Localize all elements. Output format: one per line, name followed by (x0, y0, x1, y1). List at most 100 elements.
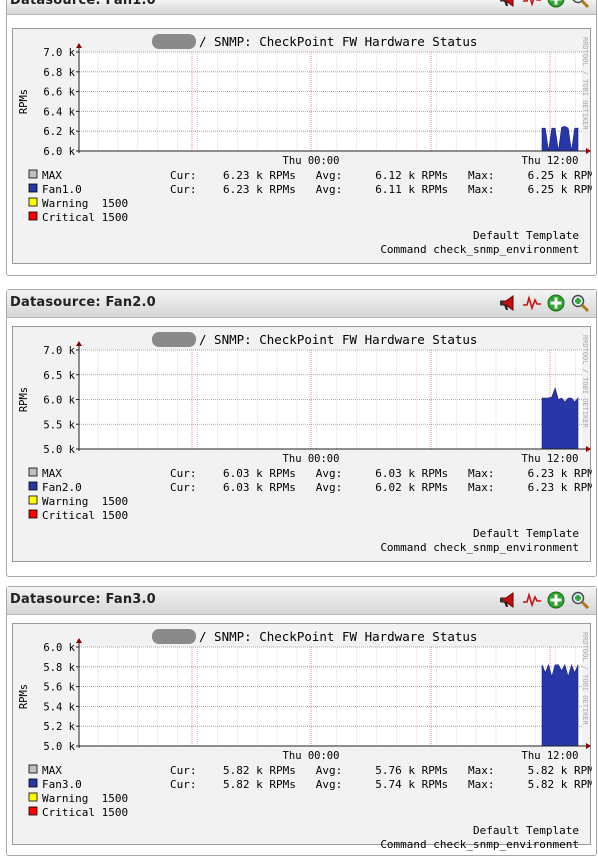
datasource-header: Datasource: Fan3.0 (7, 587, 596, 615)
y-tick-label: 6.2 k (43, 126, 75, 138)
redacted-hostname (152, 629, 196, 644)
y-tick-label: 6.0 k (43, 146, 75, 158)
y-axis-label: RPMs (18, 89, 30, 114)
zoom-icon[interactable] (570, 293, 590, 313)
datasource-actions (498, 590, 590, 610)
x-tick-label: Thu 12:00 (522, 750, 579, 762)
horn-icon[interactable] (498, 293, 518, 313)
y-tick-label: 5.2 k (43, 721, 75, 733)
legend-swatch (28, 197, 38, 207)
legend-stats: Cur: 6.23 k RPMs Avg: 6.12 k RPMs Max: 6… (170, 169, 592, 182)
horn-icon[interactable] (498, 0, 518, 9)
y-tick-label: 6.0 k (43, 395, 75, 407)
horn-icon[interactable] (498, 590, 518, 610)
legend-label: Critical 1500 (42, 211, 128, 224)
legend-stats: Cur: 6.03 k RPMs Avg: 6.03 k RPMs Max: 6… (170, 467, 592, 480)
redacted-hostname (152, 34, 196, 49)
datasource-panel: Datasource: Fan2.0 / SNMP: CheckPoint FW … (6, 289, 597, 577)
legend-label: Critical 1500 (42, 509, 128, 522)
add-icon[interactable] (546, 0, 566, 9)
graph-image[interactable]: / SNMP: CheckPoint FW Hardware Status RRD… (12, 28, 592, 264)
datasource-panel: Datasource: Fan3.0 / SNMP: CheckPoint FW … (6, 586, 597, 856)
rrdtool-credit: RRDTOOL / TOBI OETIKER (581, 632, 589, 726)
add-icon[interactable] (546, 590, 566, 610)
datasource-title: Datasource: Fan1.0 (10, 0, 156, 8)
legend-stats: Cur: 5.82 k RPMs Avg: 5.76 k RPMs Max: 5… (170, 764, 592, 777)
legend-swatch (28, 481, 38, 491)
legend-swatch (28, 778, 38, 788)
x-tick-label: Thu 12:00 (522, 453, 579, 465)
legend-stats: Cur: 6.03 k RPMs Avg: 6.02 k RPMs Max: 6… (170, 481, 592, 494)
y-tick-label: 5.6 k (43, 682, 75, 694)
datasource-header: Datasource: Fan1.0 (7, 0, 596, 15)
legend-label: Critical 1500 (42, 806, 128, 819)
datasource-actions (498, 293, 590, 313)
rrd-graph: / SNMP: CheckPoint FW Hardware Status RRD… (18, 34, 592, 256)
y-tick-label: 6.8 k (43, 67, 75, 79)
x-tick-label: Thu 00:00 (283, 750, 340, 762)
redacted-hostname (152, 332, 196, 347)
datasource-actions (498, 0, 590, 9)
graph-image[interactable]: / SNMP: CheckPoint FW Hardware Status RRD… (12, 326, 592, 562)
y-tick-label: 6.0 k (43, 642, 75, 654)
y-tick-label: 7.0 k (43, 345, 75, 357)
fan-series-area (541, 663, 579, 747)
y-tick-label: 5.0 k (43, 741, 75, 753)
datasource-panel: Datasource: Fan1.0 / SNMP: CheckPoint FW … (6, 0, 597, 276)
legend-label: Fan2.0 (42, 481, 82, 494)
legend-swatch (28, 764, 38, 774)
x-tick-label: Thu 00:00 (283, 155, 340, 167)
graph-title: / SNMP: CheckPoint FW Hardware Status (199, 332, 477, 347)
y-tick-label: 5.4 k (43, 701, 75, 713)
datasource-title: Datasource: Fan3.0 (10, 592, 156, 607)
legend-swatch (28, 495, 38, 505)
datasource-title: Datasource: Fan2.0 (10, 295, 156, 310)
legend-label: MAX (42, 764, 62, 777)
legend-stats: Cur: 5.82 k RPMs Avg: 5.74 k RPMs Max: 5… (170, 778, 592, 791)
x-tick-label: Thu 00:00 (283, 453, 340, 465)
y-tick-label: 6.4 k (43, 106, 75, 118)
rrd-graph: / SNMP: CheckPoint FW Hardware Status RRD… (18, 629, 592, 851)
command-label: Command check_snmp_environment (380, 541, 579, 554)
y-tick-label: 5.0 k (43, 444, 75, 456)
graph-image[interactable]: / SNMP: CheckPoint FW Hardware Status RRD… (12, 623, 592, 851)
datasource-header: Datasource: Fan2.0 (7, 290, 596, 318)
zoom-icon[interactable] (570, 590, 590, 610)
trend-icon[interactable] (522, 293, 542, 313)
zoom-icon[interactable] (570, 0, 590, 9)
rrd-graph: / SNMP: CheckPoint FW Hardware Status RRD… (18, 332, 592, 554)
command-label: Command check_snmp_environment (380, 838, 579, 851)
legend-label: Fan3.0 (42, 778, 82, 791)
y-axis-label: RPMs (18, 387, 30, 412)
legend-label: Warning 1500 (42, 495, 128, 508)
rrdtool-credit: RRDTOOL / TOBI OETIKER (581, 37, 589, 131)
y-axis-label: RPMs (18, 684, 30, 709)
template-label: Default Template (473, 824, 579, 837)
legend-label: Fan1.0 (42, 183, 82, 196)
legend-label: MAX (42, 169, 62, 182)
legend-label: Warning 1500 (42, 197, 128, 210)
legend-swatch (28, 169, 38, 179)
rrdtool-credit: RRDTOOL / TOBI OETIKER (581, 335, 589, 429)
y-tick-label: 5.5 k (43, 419, 75, 431)
legend-swatch (28, 183, 38, 193)
x-tick-label: Thu 12:00 (522, 155, 579, 167)
legend-swatch (28, 509, 38, 519)
y-tick-label: 6.5 k (43, 370, 75, 382)
graph-title: / SNMP: CheckPoint FW Hardware Status (199, 629, 477, 644)
legend-label: MAX (42, 467, 62, 480)
legend-swatch (28, 792, 38, 802)
y-tick-label: 5.8 k (43, 662, 75, 674)
legend-stats: Cur: 6.23 k RPMs Avg: 6.11 k RPMs Max: 6… (170, 183, 592, 196)
y-tick-label: 7.0 k (43, 47, 75, 59)
legend-swatch (28, 806, 38, 816)
y-tick-label: 6.6 k (43, 87, 75, 99)
template-label: Default Template (473, 229, 579, 242)
command-label: Command check_snmp_environment (380, 243, 579, 256)
legend-swatch (28, 467, 38, 477)
add-icon[interactable] (546, 293, 566, 313)
trend-icon[interactable] (522, 590, 542, 610)
graph-title: / SNMP: CheckPoint FW Hardware Status (199, 34, 477, 49)
trend-icon[interactable] (522, 0, 542, 9)
legend-swatch (28, 211, 38, 221)
